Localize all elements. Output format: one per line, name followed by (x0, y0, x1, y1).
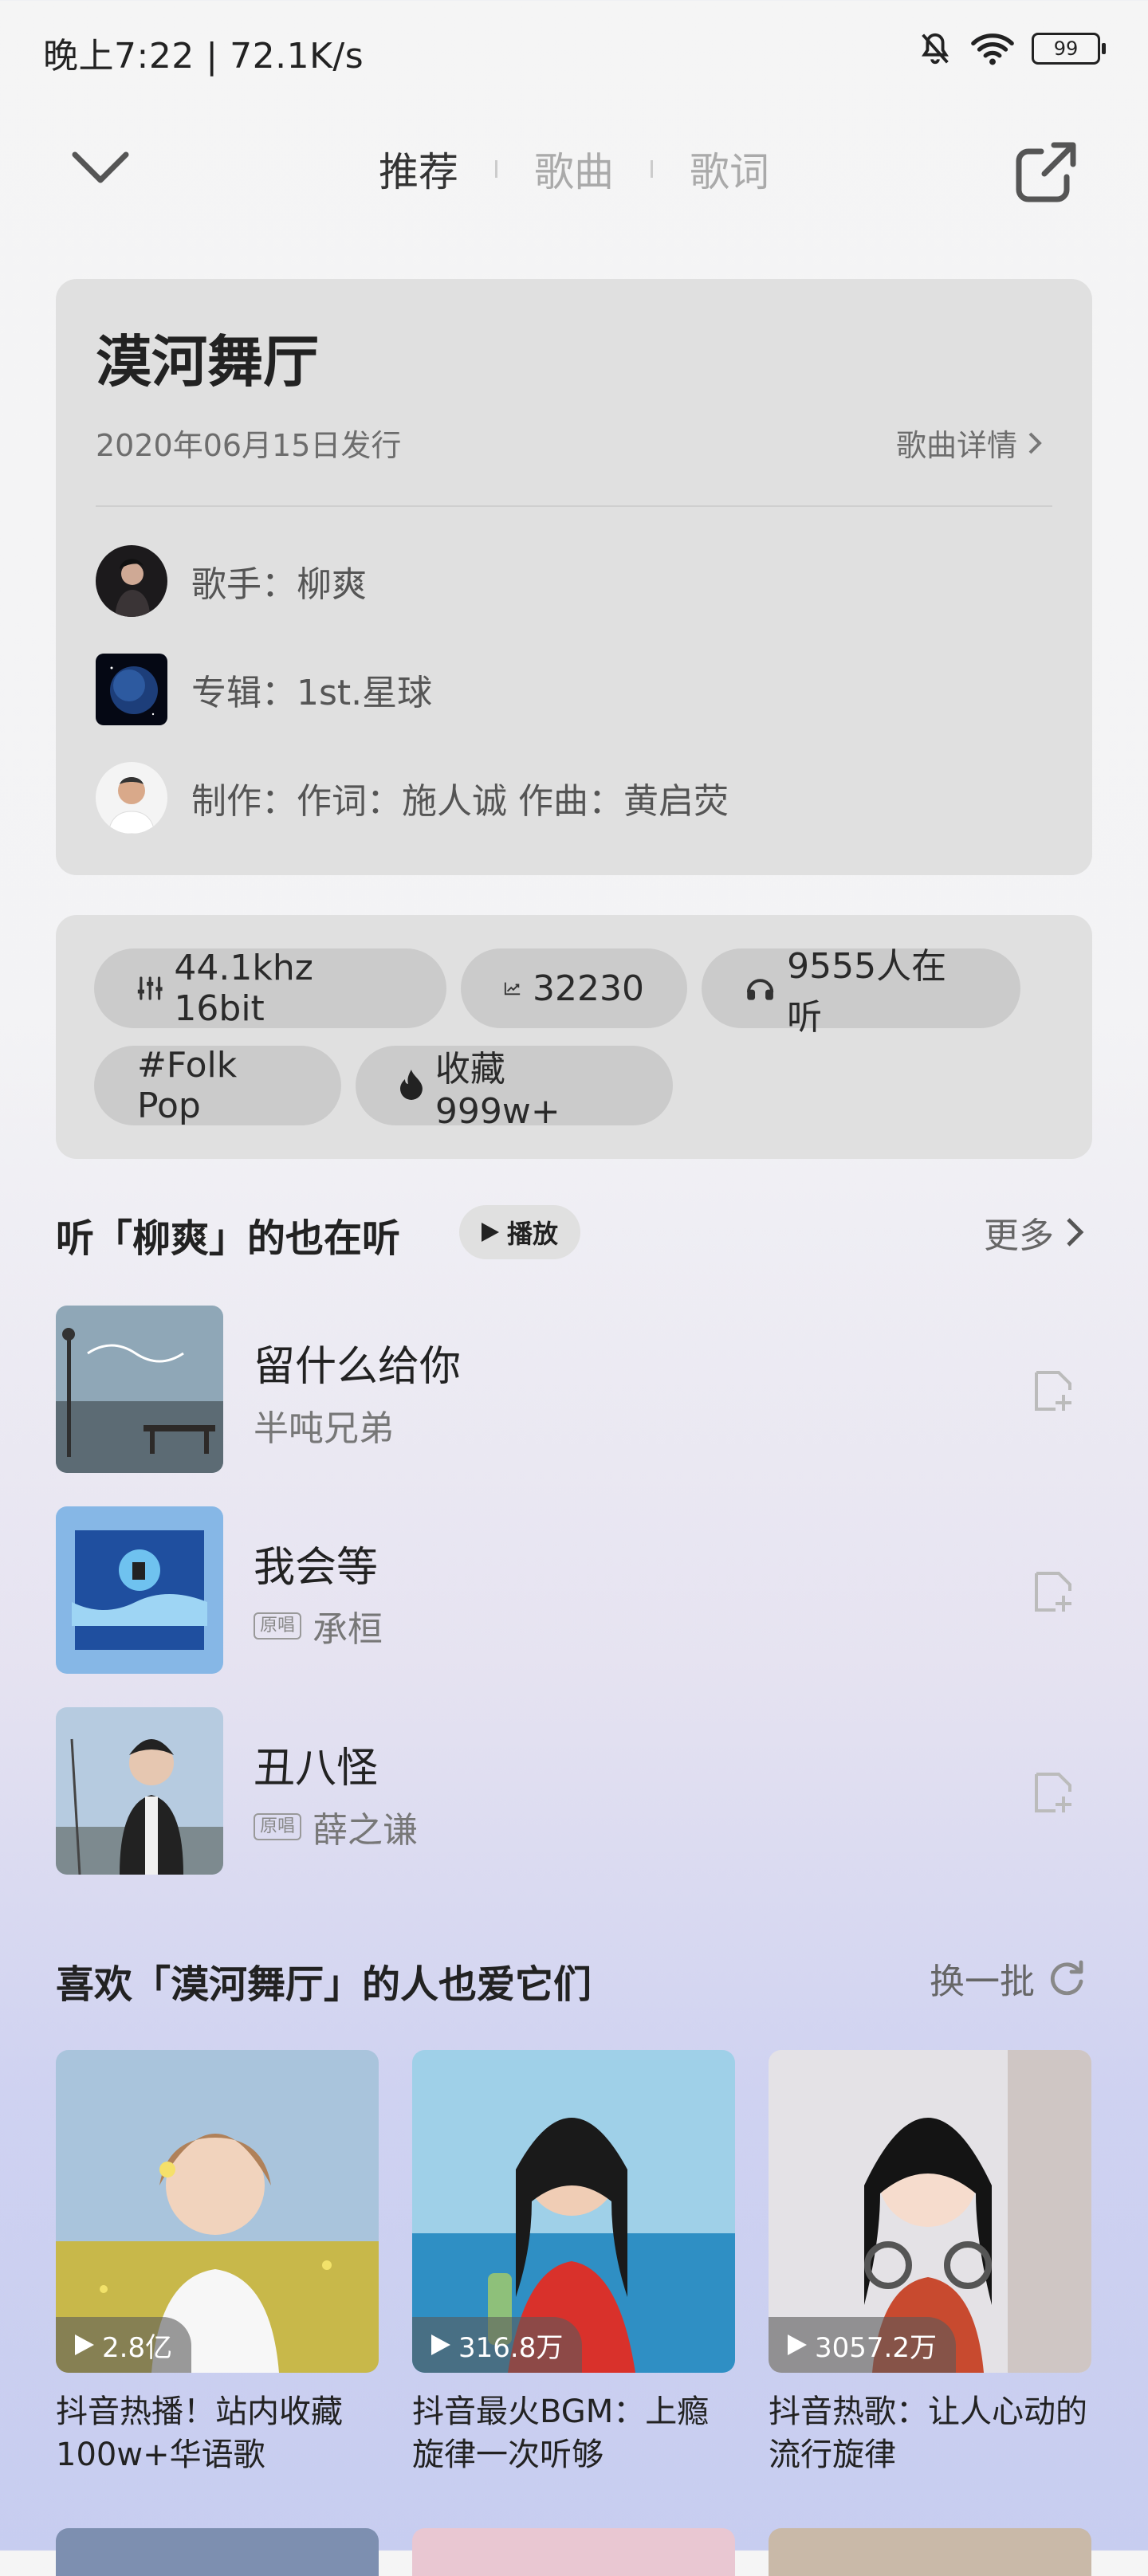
tab-divider (495, 160, 497, 178)
play-icon (788, 2334, 807, 2355)
trend-icon (504, 982, 521, 995)
mute-icon (922, 33, 949, 65)
song-name: 我会等 (254, 1544, 379, 1592)
more-link[interactable]: 更多 (984, 1207, 1084, 1258)
singer-avatar (96, 545, 167, 617)
refresh-button[interactable]: 换一批 (930, 1953, 1087, 2004)
song-artist-line: 原唱 薛之谦 (254, 1801, 418, 1852)
playlist-grid: 2.8亿 抖音热播！站内收藏100w+华语歌 316.8万 抖音最火BGM：上瘾… (56, 2050, 1092, 2476)
song-cover (56, 1306, 223, 1473)
tab-recommend[interactable]: 推荐 (379, 140, 458, 198)
song-detail-label: 歌曲详情 (895, 428, 1017, 463)
song-artist: 承桓 (313, 1609, 383, 1650)
play-all-button[interactable]: 播放 (459, 1205, 581, 1259)
add-to-playlist-icon[interactable] (1030, 1769, 1076, 1819)
favorites-text: 收藏999w+ (434, 1048, 560, 1132)
play-all-label: 播放 (507, 1219, 559, 1249)
more-label: 更多 (984, 1215, 1054, 1256)
chevron-right-icon (1028, 432, 1042, 454)
song-artist-line: 原唱 承桓 (254, 1600, 383, 1651)
credits-row[interactable]: 制作：作词：施人诚 作曲：黄启荧 (96, 762, 729, 834)
playlist-title: 抖音热播！站内收藏100w+华语歌 (56, 2393, 343, 2473)
play-count-badge: 3057.2万 (769, 2317, 956, 2373)
singer-row[interactable]: 歌手：柳爽 (96, 545, 367, 617)
flame-icon (399, 1070, 423, 1100)
playlist-cover-partial[interactable] (412, 2528, 735, 2576)
genre-text: #Folk Pop (137, 1045, 238, 1126)
top-tabs: 推荐 歌曲 歌词 (0, 140, 1148, 198)
recommend-section-title: 喜欢「漠河舞厅」的人也爱它们 (56, 1962, 592, 2007)
quality-tag[interactable]: 44.1khz 16bit (94, 948, 446, 1029)
next-playlist-row (56, 2528, 1092, 2576)
play-count: 2.8亿 (102, 2331, 173, 2364)
tab-divider (651, 160, 653, 178)
album-cover (96, 654, 167, 725)
tab-lyrics[interactable]: 歌词 (690, 140, 769, 198)
similar-section-title: 听「柳爽」的也在听 (56, 1216, 401, 1261)
song-row[interactable]: 留什么给你 半吨兄弟 (56, 1306, 1092, 1473)
song-title: 漠河舞厅 (96, 329, 319, 395)
playlist-card[interactable]: 2.8亿 抖音热播！站内收藏100w+华语歌 (56, 2050, 379, 2476)
song-row[interactable]: 丑八怪 原唱 薛之谦 (56, 1707, 1092, 1875)
play-count-badge: 2.8亿 (56, 2317, 192, 2373)
play-count: 3057.2万 (815, 2331, 937, 2364)
original-tag: 原唱 (254, 1813, 302, 1840)
battery-level: 99 (1053, 37, 1079, 60)
play-icon (431, 2334, 450, 2355)
song-cover (56, 1506, 223, 1674)
playlist-title: 抖音最火BGM：上瘾旋律一次听够 (412, 2393, 710, 2473)
playlist-cover-partial[interactable] (56, 2528, 379, 2576)
quality-text: 44.1khz 16bit (174, 948, 313, 1029)
listening-text: 9555人在听 (787, 946, 947, 1038)
song-info-card: 漠河舞厅 2020年06月15日发行 歌曲详情 歌手：柳爽 专辑：1st.星球 … (56, 279, 1092, 875)
play-icon (482, 1223, 499, 1242)
playlist-card[interactable]: 316.8万 抖音最火BGM：上瘾旋律一次听够 (412, 2050, 735, 2476)
song-artist-line: 半吨兄弟 (254, 1400, 394, 1451)
chevron-right-icon (1067, 1218, 1084, 1247)
equalizer-icon (137, 976, 163, 1000)
play-icon (75, 2334, 94, 2355)
album-text: 专辑：1st.星球 (191, 673, 433, 713)
credits-text: 制作：作词：施人诚 作曲：黄启荧 (191, 781, 729, 822)
song-artist: 薛之谦 (313, 1810, 419, 1851)
tab-song[interactable]: 歌曲 (534, 140, 614, 198)
singer-text: 歌手：柳爽 (191, 564, 367, 605)
play-count: 316.8万 (458, 2331, 564, 2364)
favorites-tag[interactable]: 收藏999w+ (356, 1046, 673, 1132)
release-date: 2020年06月15日发行 (96, 428, 402, 463)
song-tags-card: 44.1khz 16bit 32230 9555人在听 #Folk Pop 收藏… (56, 915, 1092, 1159)
song-name: 留什么给你 (254, 1343, 462, 1391)
refresh-icon (1050, 1960, 1083, 1996)
song-cover (56, 1707, 223, 1875)
playlist-cover: 3057.2万 (769, 2050, 1091, 2373)
original-tag: 原唱 (254, 1612, 302, 1639)
refresh-label: 换一批 (930, 1961, 1035, 2002)
add-to-playlist-icon[interactable] (1030, 1368, 1076, 1417)
status-icons: 99 (917, 30, 1106, 67)
playlist-cover-partial[interactable] (769, 2528, 1091, 2576)
song-row[interactable]: 我会等 原唱 承桓 (56, 1506, 1092, 1674)
playlist-card[interactable]: 3057.2万 抖音热歌：让人心动的流行旋律 (769, 2050, 1091, 2476)
play-count-badge: 316.8万 (412, 2317, 583, 2373)
song-name: 丑八怪 (254, 1745, 379, 1793)
playlist-cover: 316.8万 (412, 2050, 735, 2373)
status-time: 晚上7:22 | 72.1K/s (43, 36, 364, 77)
listening-tag[interactable]: 9555人在听 (702, 946, 1020, 1038)
playlist-cover: 2.8亿 (56, 2050, 379, 2373)
song-detail-link[interactable]: 歌曲详情 (896, 421, 1043, 465)
producer-avatar (96, 762, 167, 834)
trend-text: 32230 (533, 968, 644, 1009)
trend-tag[interactable]: 32230 (461, 948, 687, 1028)
album-row[interactable]: 专辑：1st.星球 (96, 654, 432, 725)
genre-tag[interactable]: #Folk Pop (94, 1045, 341, 1126)
playlist-title: 抖音热歌：让人心动的流行旋律 (769, 2393, 1087, 2473)
song-artist: 半吨兄弟 (254, 1408, 394, 1449)
share-icon[interactable] (1012, 139, 1079, 209)
headphones-icon (746, 979, 774, 1000)
battery-icon: 99 (1032, 33, 1106, 65)
add-to-playlist-icon[interactable] (1030, 1569, 1076, 1618)
divider (96, 505, 1052, 507)
wifi-icon (971, 33, 1014, 65)
